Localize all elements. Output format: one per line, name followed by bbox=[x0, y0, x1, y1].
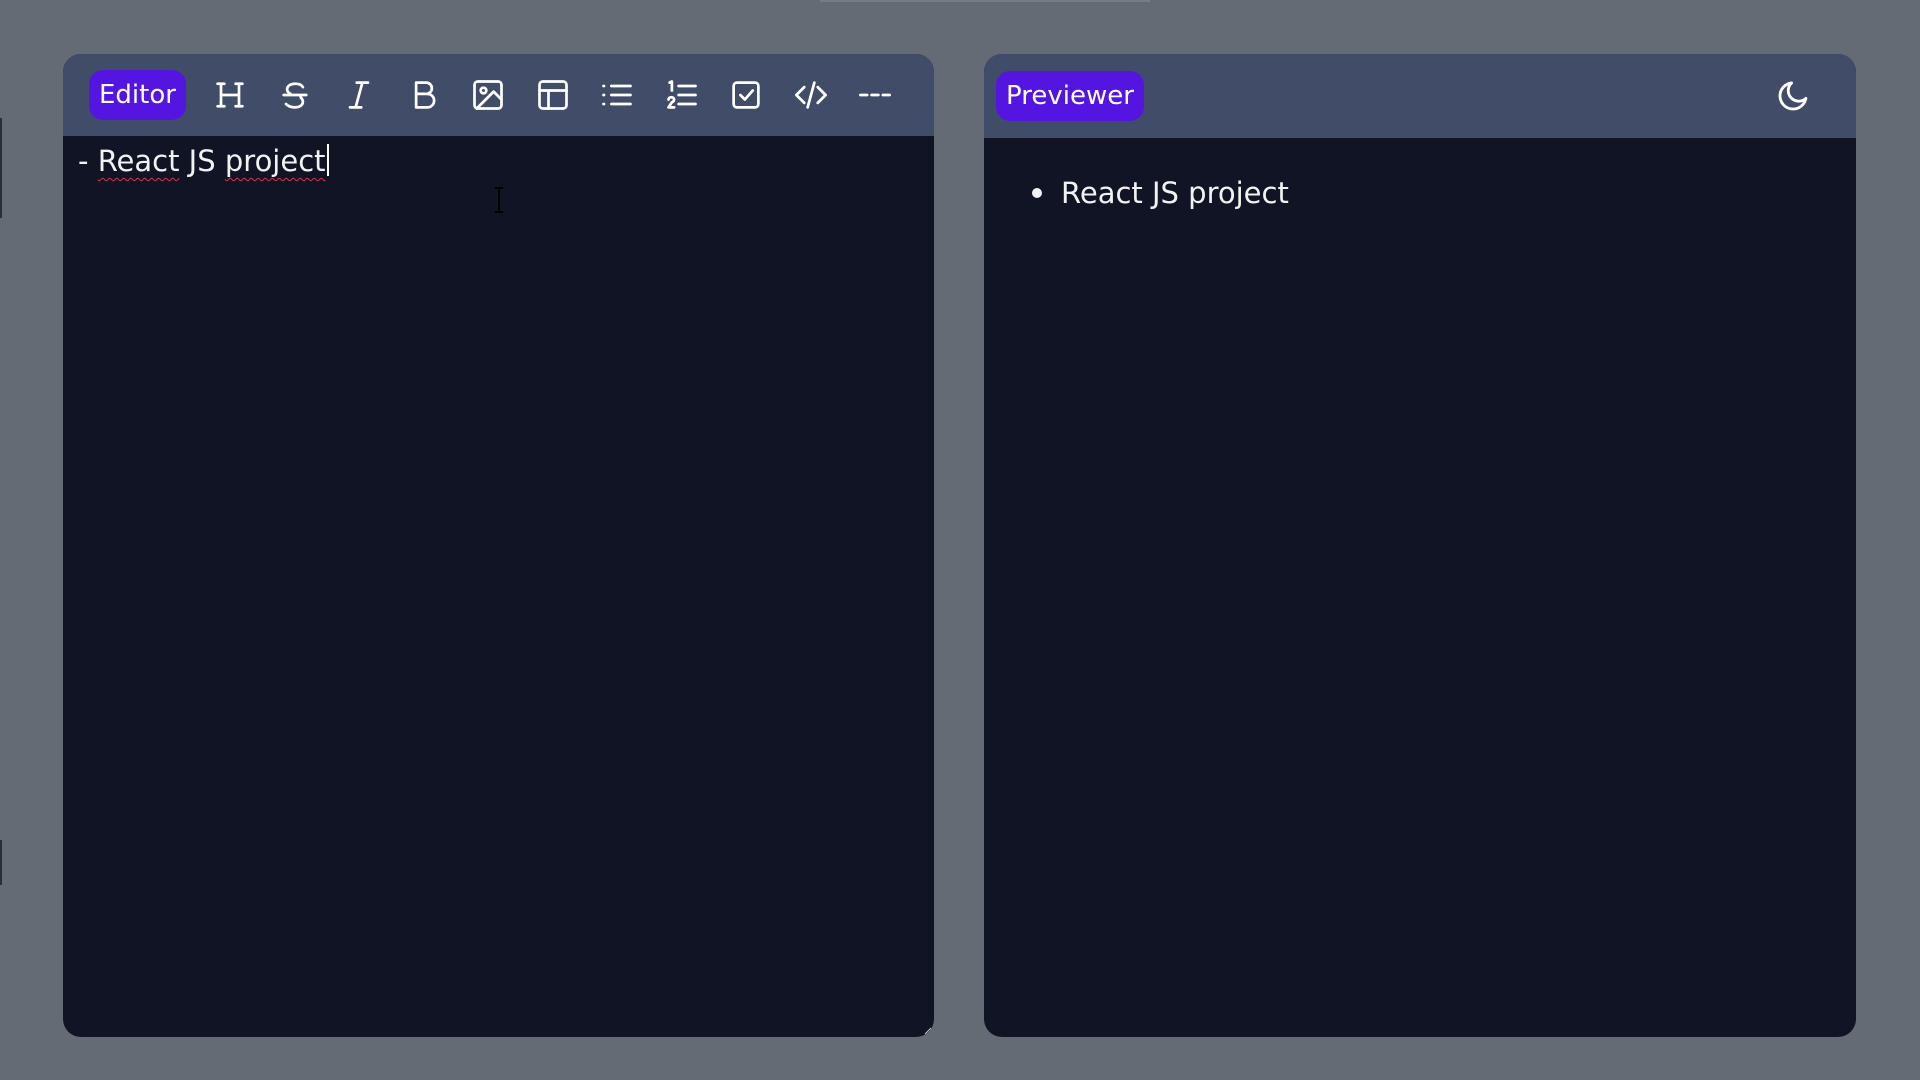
table-button[interactable] bbox=[533, 75, 573, 115]
strikethrough-button[interactable] bbox=[275, 75, 315, 115]
code-button[interactable] bbox=[791, 75, 831, 115]
list-item: React JS project bbox=[1032, 176, 1289, 211]
heading-icon bbox=[216, 82, 245, 108]
editor-text-word-react: React bbox=[97, 144, 180, 178]
text-caret bbox=[326, 144, 329, 176]
previewer-label: Previewer bbox=[996, 71, 1144, 121]
editor-label: Editor bbox=[89, 70, 186, 120]
numbered-list-button[interactable] bbox=[662, 75, 702, 115]
window-top-edge bbox=[820, 0, 1150, 2]
editor-text-word-project: project bbox=[224, 144, 326, 178]
previewer-toolbar: Previewer bbox=[984, 54, 1856, 138]
image-button[interactable] bbox=[468, 75, 508, 115]
code-icon bbox=[794, 81, 827, 109]
ibeam-cursor-icon bbox=[495, 187, 503, 213]
italic-icon bbox=[349, 81, 370, 109]
numbered-list-icon bbox=[667, 80, 697, 109]
strikethrough-icon bbox=[282, 82, 308, 109]
horizontal-rule-icon bbox=[859, 93, 892, 97]
theme-toggle-button[interactable] bbox=[1772, 74, 1816, 118]
preview-content: React JS project bbox=[984, 138, 1856, 1037]
editor-text-prefix: - bbox=[78, 144, 98, 178]
bold-icon bbox=[414, 81, 436, 109]
list-item-text: React JS project bbox=[1061, 176, 1289, 210]
bullet-icon bbox=[1032, 188, 1042, 199]
resize-grip-icon[interactable] bbox=[922, 1025, 932, 1035]
italic-button[interactable] bbox=[339, 75, 379, 115]
checkbox-icon bbox=[732, 81, 761, 109]
moon-icon bbox=[1778, 81, 1808, 111]
image-icon bbox=[473, 80, 504, 110]
bold-button[interactable] bbox=[404, 75, 444, 115]
preview-list: React JS project bbox=[1032, 176, 1289, 211]
window-left-edge bbox=[0, 118, 2, 218]
bullet-list-icon bbox=[602, 84, 633, 106]
horizontal-rule-button[interactable] bbox=[855, 75, 895, 115]
bullet-list-button[interactable] bbox=[597, 75, 637, 115]
previewer-panel: Previewer React JS project bbox=[984, 54, 1856, 1037]
checkbox-button[interactable] bbox=[726, 75, 766, 115]
editor-text-middle: JS bbox=[179, 144, 225, 178]
editor-toolbar: Editor bbox=[63, 54, 934, 136]
editor-panel: Editor - React JS project bbox=[63, 54, 934, 1037]
window-left-edge-lower bbox=[0, 840, 2, 885]
heading-button[interactable] bbox=[210, 75, 250, 115]
table-icon bbox=[538, 80, 568, 110]
markdown-textarea[interactable]: - React JS project bbox=[78, 144, 919, 1027]
